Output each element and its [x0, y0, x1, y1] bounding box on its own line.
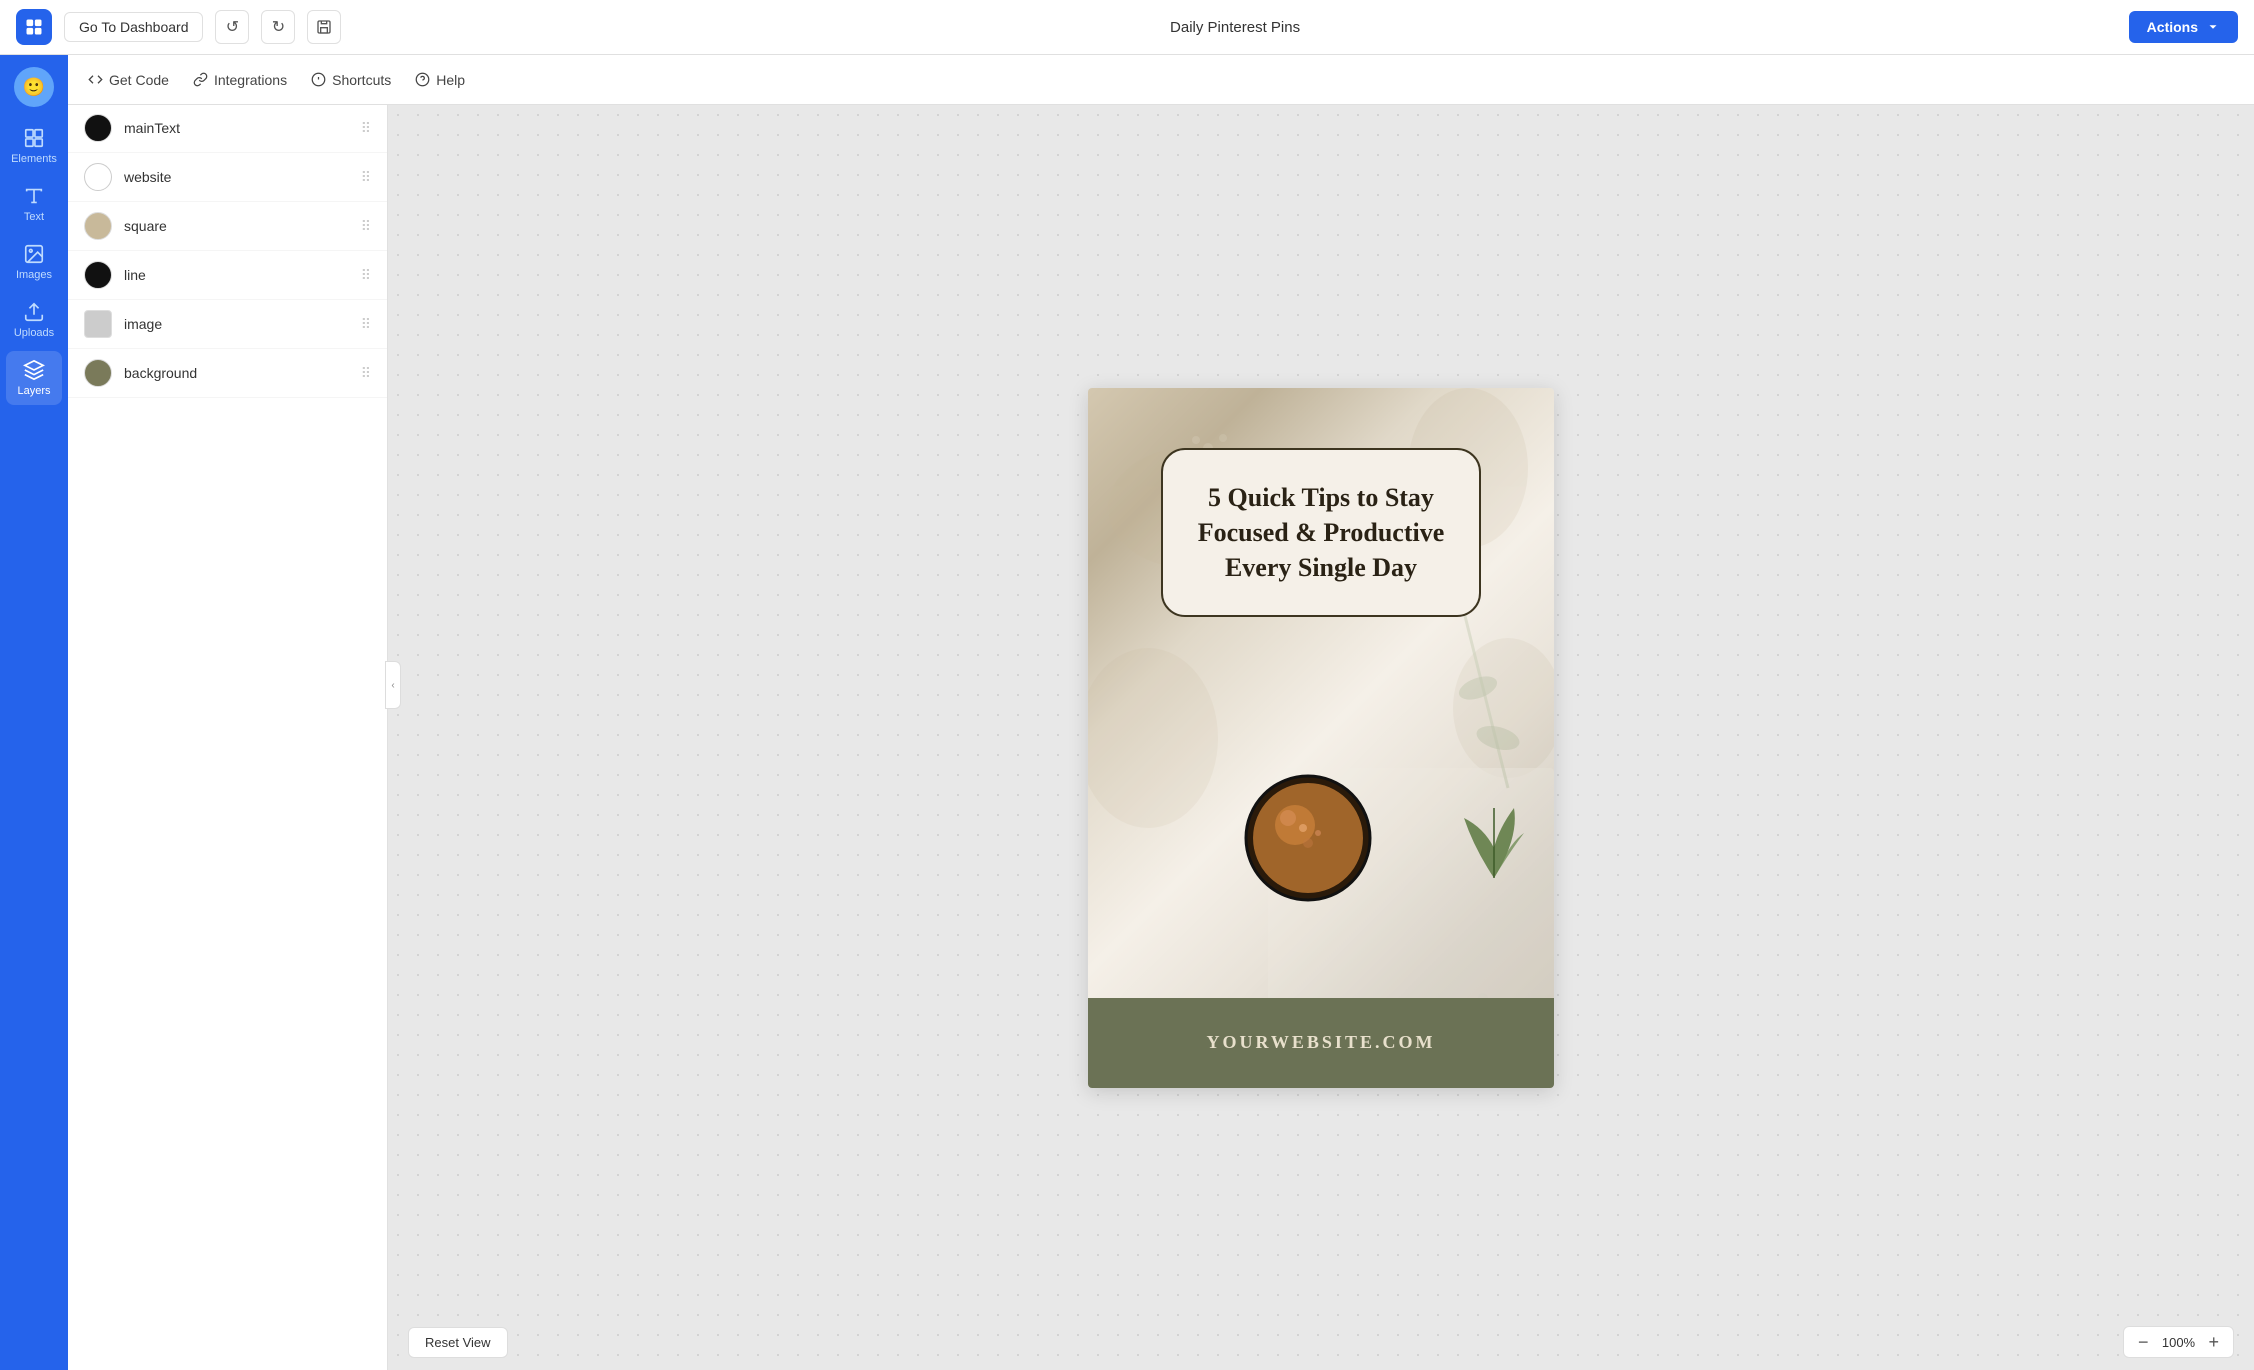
layer-item-line[interactable]: line ☚ 🗑 ⠿ — [68, 251, 387, 300]
layer-delete-icon[interactable]: 🗑 — [331, 218, 349, 235]
layer-name-line: line — [124, 267, 298, 283]
layer-name-website: website — [124, 169, 298, 185]
topbar: Go To Dashboard ↺ ↻ Daily Pinterest Pins… — [0, 0, 2254, 55]
redo-button[interactable]: ↻ — [261, 10, 295, 44]
nav-images[interactable]: Images — [6, 235, 62, 289]
layer-name-image: image — [124, 316, 298, 332]
layer-move-icon[interactable]: ☚ — [310, 267, 323, 284]
zoom-in-button[interactable]: + — [2208, 1333, 2219, 1351]
layer-drag-handle[interactable]: ⠿ — [361, 169, 371, 186]
nav-elements[interactable]: Elements — [6, 119, 62, 173]
canvas-text-card[interactable]: 5 Quick Tips to Stay Focused & Productiv… — [1161, 448, 1481, 617]
layer-name-background: background — [124, 365, 324, 381]
layer-swatch-square — [84, 212, 112, 240]
nav-layers[interactable]: Layers — [6, 351, 62, 405]
user-avatar[interactable]: 🙂 — [14, 67, 54, 107]
canvas-main-text: 5 Quick Tips to Stay Focused & Productiv… — [1191, 480, 1451, 585]
layer-swatch-maintext — [84, 114, 112, 142]
dashboard-button[interactable]: Go To Dashboard — [64, 12, 203, 42]
layer-item-maintext[interactable]: mainText ☚ 🗑 ⠿ — [68, 104, 387, 153]
layer-drag-handle[interactable]: ⠿ — [361, 120, 371, 137]
help-button[interactable]: Help — [415, 72, 465, 88]
layer-move-icon[interactable]: ☚ — [336, 365, 349, 382]
zoom-out-button[interactable]: − — [2138, 1333, 2149, 1351]
layer-move-icon[interactable]: ☚ — [310, 120, 323, 137]
layer-move-icon[interactable]: ☚ — [310, 218, 323, 235]
integrations-button[interactable]: Integrations — [193, 72, 287, 88]
layer-delete-icon[interactable]: 🗑 — [331, 267, 349, 284]
layer-delete-icon[interactable]: 🗑 — [331, 169, 349, 186]
canvas-website-text: YOURWEBSITE.COM — [1207, 1032, 1436, 1053]
layer-delete-icon[interactable]: 🗑 — [331, 120, 349, 137]
project-title: Daily Pinterest Pins — [1170, 19, 1300, 36]
layer-name-square: square — [124, 218, 298, 234]
layer-drag-handle[interactable]: ⠿ — [361, 267, 371, 284]
undo-button[interactable]: ↺ — [215, 10, 249, 44]
canvas-area: 5 Quick Tips to Stay Focused & Productiv… — [388, 105, 2254, 1370]
nav-uploads[interactable]: Uploads — [6, 293, 62, 347]
layer-item-square[interactable]: square ☚ 🗑 ⠿ — [68, 202, 387, 251]
layer-swatch-background — [84, 359, 112, 387]
layer-swatch-line — [84, 261, 112, 289]
layer-drag-handle[interactable]: ⠿ — [361, 365, 371, 382]
nav-text[interactable]: Text — [6, 177, 62, 231]
subtoolbar: Get Code Integrations Shortcuts Help — [68, 55, 2254, 105]
layer-drag-handle[interactable]: ⠿ — [361, 218, 371, 235]
actions-button[interactable]: Actions — [2129, 11, 2238, 43]
layer-move-icon[interactable]: ☚ — [310, 169, 323, 186]
icon-nav: 🙂 Elements Text Images Uploads Layers — [0, 55, 68, 1370]
logo-button[interactable] — [16, 9, 52, 45]
reset-view-button[interactable]: Reset View — [408, 1327, 508, 1358]
layer-name-maintext: mainText — [124, 120, 298, 136]
layer-move-icon[interactable]: ☚ — [310, 316, 323, 333]
zoom-controls: − 100% + — [2123, 1326, 2234, 1358]
save-button[interactable] — [307, 10, 341, 44]
layer-drag-handle[interactable]: ⠿ — [361, 316, 371, 333]
canvas-card[interactable]: 5 Quick Tips to Stay Focused & Productiv… — [1088, 388, 1554, 1088]
get-code-button[interactable]: Get Code — [88, 72, 169, 88]
collapse-panel-handle[interactable]: ‹ — [385, 661, 401, 709]
layer-item-image[interactable]: image ☚ 🗑 ⠿ — [68, 300, 387, 349]
zoom-level-display: 100% — [2160, 1335, 2196, 1350]
layer-item-background[interactable]: background ☚ ⠿ — [68, 349, 387, 398]
layers-panel: Layers mainText ☚ 🗑 ⠿ website ☚ 🗑 ⠿ squa… — [68, 55, 388, 1370]
shortcuts-button[interactable]: Shortcuts — [311, 72, 391, 88]
layer-item-website[interactable]: website ☚ 🗑 ⠿ — [68, 153, 387, 202]
layer-swatch-image — [84, 310, 112, 338]
layer-swatch-website — [84, 163, 112, 191]
layer-delete-icon[interactable]: 🗑 — [331, 316, 349, 333]
canvas-website-bar: YOURWEBSITE.COM — [1088, 998, 1554, 1088]
